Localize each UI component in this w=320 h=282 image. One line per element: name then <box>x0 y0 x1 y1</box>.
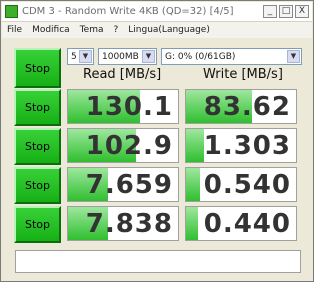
read-result: 130.1 <box>67 89 179 124</box>
read-value: 102.9 <box>85 130 173 161</box>
close-button[interactable]: X <box>295 5 309 18</box>
write-value: 1.303 <box>203 130 291 161</box>
menu-theme[interactable]: Tema <box>75 25 109 35</box>
menu-language[interactable]: Lingua(Language) <box>123 25 215 35</box>
read-result: 7.838 <box>67 206 179 241</box>
size-value: 1000MB <box>102 51 139 62</box>
drive-value: G: 0% (0/61GB) <box>165 51 236 62</box>
stop-all-button[interactable]: Stop <box>14 48 61 88</box>
drive-select[interactable]: G: 0% (0/61GB) ▼ <box>161 48 302 65</box>
window-title: CDM 3 - Random Write 4KB (QD=32) [4/5] <box>22 6 234 17</box>
write-result: 0.540 <box>185 167 297 202</box>
read-value: 7.838 <box>85 208 173 239</box>
menu-file[interactable]: File <box>2 25 27 35</box>
window-buttons: _ □ X <box>263 5 309 18</box>
cdm-window: CDM 3 - Random Write 4KB (QD=32) [4/5] _… <box>0 0 314 282</box>
count-select[interactable]: 5 ▼ <box>67 48 94 65</box>
chevron-down-icon: ▼ <box>287 50 300 63</box>
menu-help[interactable]: ? <box>108 25 123 35</box>
menu-edit[interactable]: Modifica <box>27 25 75 35</box>
stop-4k-button[interactable]: Stop <box>14 167 61 204</box>
stop-seq-button[interactable]: Stop <box>14 89 61 126</box>
app-icon <box>5 5 18 18</box>
size-select[interactable]: 1000MB ▼ <box>98 48 157 65</box>
write-value: 0.540 <box>203 169 291 200</box>
write-header: Write [MB/s] <box>203 67 283 82</box>
write-bar <box>186 129 204 162</box>
restore-button[interactable]: □ <box>279 5 293 18</box>
read-header: Read [MB/s] <box>83 67 162 82</box>
write-bar <box>186 207 198 240</box>
read-value: 130.1 <box>85 91 173 122</box>
title-bar[interactable]: CDM 3 - Random Write 4KB (QD=32) [4/5] _… <box>2 2 312 22</box>
write-bar <box>186 168 200 201</box>
write-value: 0.440 <box>203 208 291 239</box>
stop-4k-qd32-button[interactable]: Stop <box>14 206 61 243</box>
read-value: 7.659 <box>85 169 173 200</box>
comment-field[interactable] <box>15 250 301 273</box>
count-value: 5 <box>71 51 77 62</box>
write-result: 1.303 <box>185 128 297 163</box>
chevron-down-icon: ▼ <box>79 50 92 63</box>
minimize-button[interactable]: _ <box>263 5 277 18</box>
menu-bar: File Modifica Tema ? Lingua(Language) <box>2 22 312 38</box>
read-result: 102.9 <box>67 128 179 163</box>
chevron-down-icon: ▼ <box>142 50 155 63</box>
write-value: 83.62 <box>203 91 291 122</box>
stop-512k-button[interactable]: Stop <box>14 128 61 165</box>
write-result: 0.440 <box>185 206 297 241</box>
write-result: 83.62 <box>185 89 297 124</box>
read-result: 7.659 <box>67 167 179 202</box>
